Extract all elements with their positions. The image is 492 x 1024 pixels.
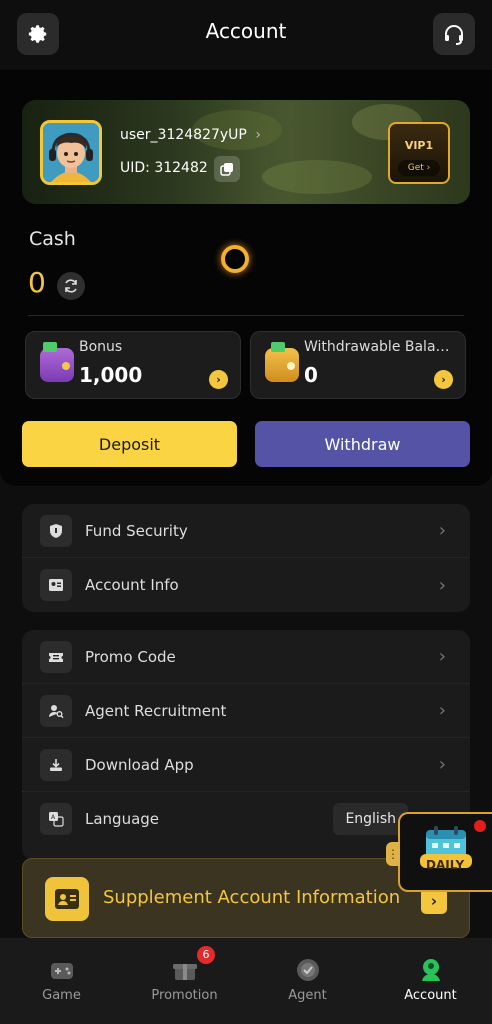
shield-icon <box>40 514 72 547</box>
notification-dot <box>474 820 486 832</box>
nav-label: Game <box>42 988 81 1003</box>
id-card-icon <box>40 569 72 601</box>
divider <box>28 315 464 316</box>
settings-button[interactable] <box>17 13 59 55</box>
menu-item-promo-code[interactable]: Promo Code › <box>22 630 470 684</box>
supplement-label: Supplement Account Information <box>103 887 401 908</box>
cash-label: Cash <box>29 228 76 250</box>
withdrawable-value: 0 <box>304 363 318 387</box>
withdraw-button[interactable]: Withdraw <box>255 421 470 467</box>
nav-item-account[interactable]: Account <box>369 938 492 1024</box>
vip-get-button[interactable]: Get › <box>398 160 440 176</box>
chevron-right-icon: › <box>438 646 446 667</box>
user-search-icon <box>40 694 72 727</box>
profile-card-icon <box>45 877 89 921</box>
page-title: Account <box>205 19 287 43</box>
chevron-right-icon[interactable]: › <box>434 370 453 389</box>
menu-item-fund-security[interactable]: Fund Security › <box>22 504 470 558</box>
refresh-balance-button[interactable] <box>57 272 85 300</box>
language-selector[interactable]: English <box>333 803 408 835</box>
menu-group-security: Fund Security › Account Info › <box>22 504 470 612</box>
menu-item-label: Account Info <box>85 576 179 594</box>
copy-icon <box>220 163 233 176</box>
gift-box-icon <box>171 956 199 984</box>
chevron-right-icon: › <box>438 574 446 596</box>
ticket-icon <box>40 640 72 673</box>
bonus-card[interactable]: Bonus 1,000 › <box>25 331 241 399</box>
account-page: Account user_3124827yUP › UID: 312482 VI… <box>0 0 492 1024</box>
deposit-button[interactable]: Deposit <box>22 421 237 467</box>
agent-icon <box>294 956 322 984</box>
nav-label: Account <box>404 988 457 1003</box>
nav-item-game[interactable]: Game <box>0 938 123 1024</box>
username-text: user_3124827yUP <box>120 127 247 143</box>
nav-item-promotion[interactable]: Promotion 6 <box>123 938 246 1024</box>
support-button[interactable] <box>433 13 475 55</box>
menu-item-label: Download App <box>85 755 194 774</box>
menu-item-account-info[interactable]: Account Info › <box>22 558 470 612</box>
nav-item-agent[interactable]: Agent <box>246 938 369 1024</box>
username[interactable]: user_3124827yUP › <box>120 127 261 143</box>
nav-label: Agent <box>288 988 327 1003</box>
vip-level: VIP1 <box>404 139 434 152</box>
bonus-label: Bonus <box>79 339 123 355</box>
drag-handle-icon[interactable]: ⋮ <box>386 842 400 866</box>
menu-item-label: Fund Security <box>85 521 188 540</box>
menu-item-label: Agent Recruitment <box>85 701 227 720</box>
chevron-right-icon: › <box>255 127 261 143</box>
header: Account <box>0 0 492 62</box>
chevron-right-icon[interactable]: › <box>209 370 228 389</box>
uid-text: UID: 312482 <box>120 160 208 176</box>
withdrawable-label: Withdrawable Balan... <box>304 339 454 355</box>
download-icon <box>40 748 72 781</box>
cash-value: 0 <box>28 266 46 299</box>
avatar[interactable] <box>40 120 102 185</box>
menu-item-agent-recruitment[interactable]: Agent Recruitment › <box>22 684 470 738</box>
nav-label: Promotion <box>151 988 218 1003</box>
vip-badge[interactable]: VIP1 Get › <box>388 122 450 184</box>
bonus-value: 1,000 <box>79 363 143 387</box>
chevron-right-icon: › <box>438 700 446 721</box>
daily-reward-widget[interactable]: ⋮ DAILY <box>386 812 492 892</box>
profile-card[interactable]: user_3124827yUP › UID: 312482 VIP1 Get › <box>22 100 470 204</box>
account-icon <box>417 956 445 984</box>
translate-icon: A <box>40 803 72 835</box>
copy-uid-button[interactable] <box>214 156 240 182</box>
gamepad-icon <box>48 956 76 984</box>
avatar-character-icon <box>43 123 99 182</box>
menu-item-label: Promo Code <box>85 647 176 666</box>
chevron-right-icon: › <box>438 520 446 541</box>
withdrawable-card[interactable]: Withdrawable Balan... 0 › <box>250 331 466 399</box>
chevron-right-icon: › <box>438 754 446 775</box>
promotion-badge: 6 <box>197 946 215 964</box>
refresh-icon <box>65 279 77 293</box>
purple-wallet-icon <box>40 342 74 382</box>
headset-icon <box>445 25 463 45</box>
gear-icon <box>28 25 47 43</box>
loading-spinner-icon <box>221 245 249 273</box>
daily-label: DAILY <box>426 858 465 872</box>
menu-item-label: Language <box>85 810 160 828</box>
gold-wallet-icon <box>265 342 299 382</box>
menu-item-download-app[interactable]: Download App › <box>22 738 470 792</box>
bottom-nav: Game Promotion 6 Agent Account <box>0 938 492 1024</box>
